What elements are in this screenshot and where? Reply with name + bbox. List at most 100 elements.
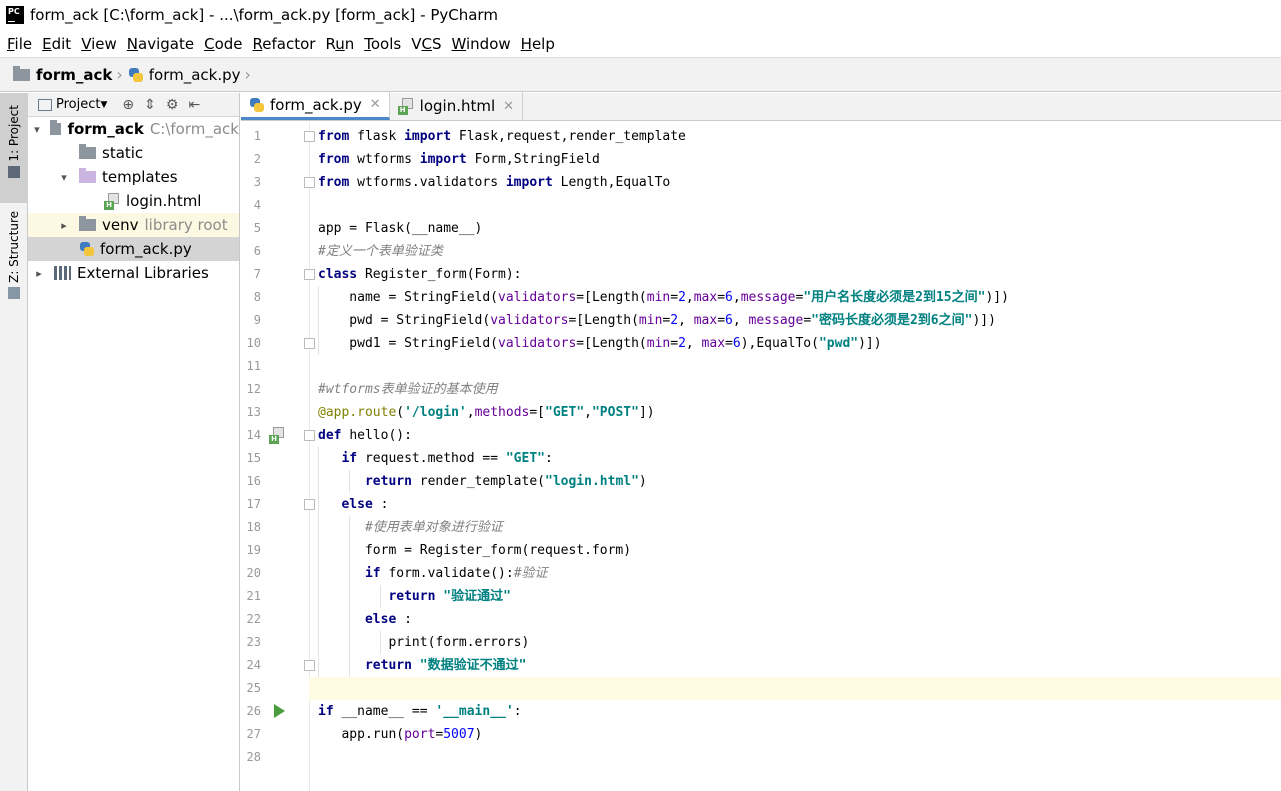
code-line: return "验证通过" <box>388 589 511 604</box>
hide-panel-icon[interactable]: ⇤ <box>188 97 200 113</box>
code-line: #使用表单对象进行验证 <box>364 520 503 535</box>
code-line: return render_template("login.html") <box>364 474 647 489</box>
folder-icon <box>49 120 62 135</box>
tree-item-external-libraries[interactable]: ▸ External Libraries <box>28 261 239 285</box>
close-icon[interactable]: ✕ <box>503 99 514 114</box>
code-line: from wtforms import Form,StringField <box>318 152 600 167</box>
line-number: 27 <box>246 727 261 741</box>
line-number: 8 <box>253 290 261 304</box>
line-number: 20 <box>246 566 261 580</box>
folder-icon <box>13 65 30 81</box>
locate-icon[interactable]: ⊕ <box>122 97 134 113</box>
tree-item-login-html[interactable]: Hlogin.html <box>28 189 239 213</box>
breadcrumb-file[interactable]: form_ack.py <box>128 66 241 84</box>
line-number: 24 <box>246 658 261 672</box>
code-line: #定义一个表单验证类 <box>318 244 443 259</box>
code-area[interactable]: from flask import Flask,request,render_t… <box>309 122 1281 791</box>
python-file-icon <box>79 241 95 257</box>
tab-form-ack-py[interactable]: form_ack.py ✕ <box>241 92 390 120</box>
project-view-dropdown[interactable]: Project <box>56 97 100 112</box>
line-number: 22 <box>246 612 261 626</box>
tab-project-tool[interactable]: 1: Project <box>0 93 28 203</box>
tree-item-label: login.html <box>126 192 202 210</box>
menu-code[interactable]: Code <box>199 35 247 53</box>
chevron-right-icon[interactable]: ▸ <box>57 219 71 232</box>
code-line: app = Flask(__name__) <box>318 221 483 236</box>
project-panel-toolbar: Project ▼ ⊕ ⇕ ⚙ ⇤ <box>28 93 239 117</box>
menu-edit[interactable]: Edit <box>37 35 76 53</box>
code-line: name = StringField(validators=[Length(mi… <box>318 290 1009 305</box>
gear-icon[interactable]: ⚙ <box>166 97 179 113</box>
menu-vcs[interactable]: VCS <box>406 35 446 53</box>
code-line: form = Register_form(request.form) <box>318 543 632 558</box>
tree-item-label: External Libraries <box>77 264 209 282</box>
line-number: 18 <box>246 520 261 534</box>
html-file-icon: H <box>104 192 120 210</box>
breadcrumb-separator-icon: › <box>244 65 251 84</box>
menu-view[interactable]: View <box>76 35 122 53</box>
collapse-all-icon[interactable]: ⇕ <box>144 97 156 113</box>
tree-item-label: venv <box>102 216 139 234</box>
menu-refactor[interactable]: Refactor <box>248 35 321 53</box>
menu-tools[interactable]: Tools <box>359 35 406 53</box>
code-line: from wtforms.validators import Length,Eq… <box>318 175 671 190</box>
tree-item-venv[interactable]: ▸ venv library root <box>28 213 239 237</box>
line-number: 10 <box>246 336 261 350</box>
project-view-icon <box>38 98 52 111</box>
tab-structure-tool[interactable]: Z: Structure <box>0 211 28 311</box>
title-bar: PC form_ack [C:\form_ack] - ...\form_ack… <box>0 0 1281 30</box>
chevron-down-icon[interactable]: ▾ <box>32 123 42 136</box>
breadcrumb-separator-icon: › <box>116 65 123 84</box>
structure-tool-icon <box>8 286 20 299</box>
run-icon[interactable] <box>274 704 285 718</box>
tab-login-html[interactable]: Hlogin.html ✕ <box>390 92 524 120</box>
line-number: 15 <box>246 451 261 465</box>
menu-file[interactable]: File <box>2 35 37 53</box>
code-line: app.run(port=5007) <box>318 727 483 742</box>
menu-window[interactable]: Window <box>446 35 515 53</box>
project-tree: ▾ form_ack C:\form_ack static ▾ templates Hlog… <box>28 117 239 285</box>
library-icon <box>54 266 71 280</box>
indent-guide <box>380 631 381 654</box>
line-number: 21 <box>246 589 261 603</box>
menu-run[interactable]: Run <box>320 35 359 53</box>
tab-label: form_ack.py <box>270 95 362 114</box>
line-number: 4 <box>253 198 261 212</box>
code-line: #wtforms表单验证的基本使用 <box>318 382 498 397</box>
line-number: 26 <box>246 704 261 718</box>
breadcrumb: form_ack › form_ack.py › <box>0 57 1281 92</box>
folder-icon <box>79 168 96 183</box>
line-number: 17 <box>246 497 261 511</box>
indent-guide <box>318 447 319 677</box>
line-number: 12 <box>246 382 261 396</box>
tree-item-form-ack[interactable]: ▾ form_ack C:\form_ack <box>28 117 239 141</box>
menu-help[interactable]: Help <box>516 35 560 53</box>
close-icon[interactable]: ✕ <box>370 97 381 112</box>
project-tool-label: 1: Project <box>7 105 21 162</box>
python-file-icon <box>249 97 265 113</box>
breadcrumb-project[interactable]: form_ack <box>13 65 112 84</box>
tree-item-templates[interactable]: ▾ templates <box>28 165 239 189</box>
html-template-gutter-icon[interactable]: H <box>269 427 285 444</box>
pycharm-logo-icon: PC <box>6 6 24 24</box>
menu-bar: File Edit View Navigate Code Refactor Run Tools… <box>0 30 1281 57</box>
line-number: 23 <box>246 635 261 649</box>
editor-tabs: form_ack.py ✕ Hlogin.html ✕ <box>241 92 1281 121</box>
breadcrumb-file-label: form_ack.py <box>148 65 241 84</box>
chevron-right-icon[interactable]: ▸ <box>32 267 46 280</box>
line-number: 3 <box>253 175 261 189</box>
menu-navigate[interactable]: Navigate <box>122 35 199 53</box>
tree-item-label: form_ack.py <box>100 240 192 258</box>
tree-item-form-ack-py[interactable]: form_ack.py <box>28 237 239 261</box>
tree-item-static[interactable]: static <box>28 141 239 165</box>
chevron-down-icon[interactable]: ▾ <box>57 171 71 184</box>
structure-tool-label: Z: Structure <box>7 211 21 283</box>
code-line: if __name__ == '__main__': <box>318 704 522 719</box>
code-line: if request.method == "GET": <box>341 451 553 466</box>
line-number: 13 <box>246 405 261 419</box>
indent-guide <box>318 286 319 355</box>
code-line: def hello(): <box>318 428 412 443</box>
line-number: 11 <box>246 359 261 373</box>
indent-guide <box>349 516 350 677</box>
indent-guide <box>380 585 381 608</box>
